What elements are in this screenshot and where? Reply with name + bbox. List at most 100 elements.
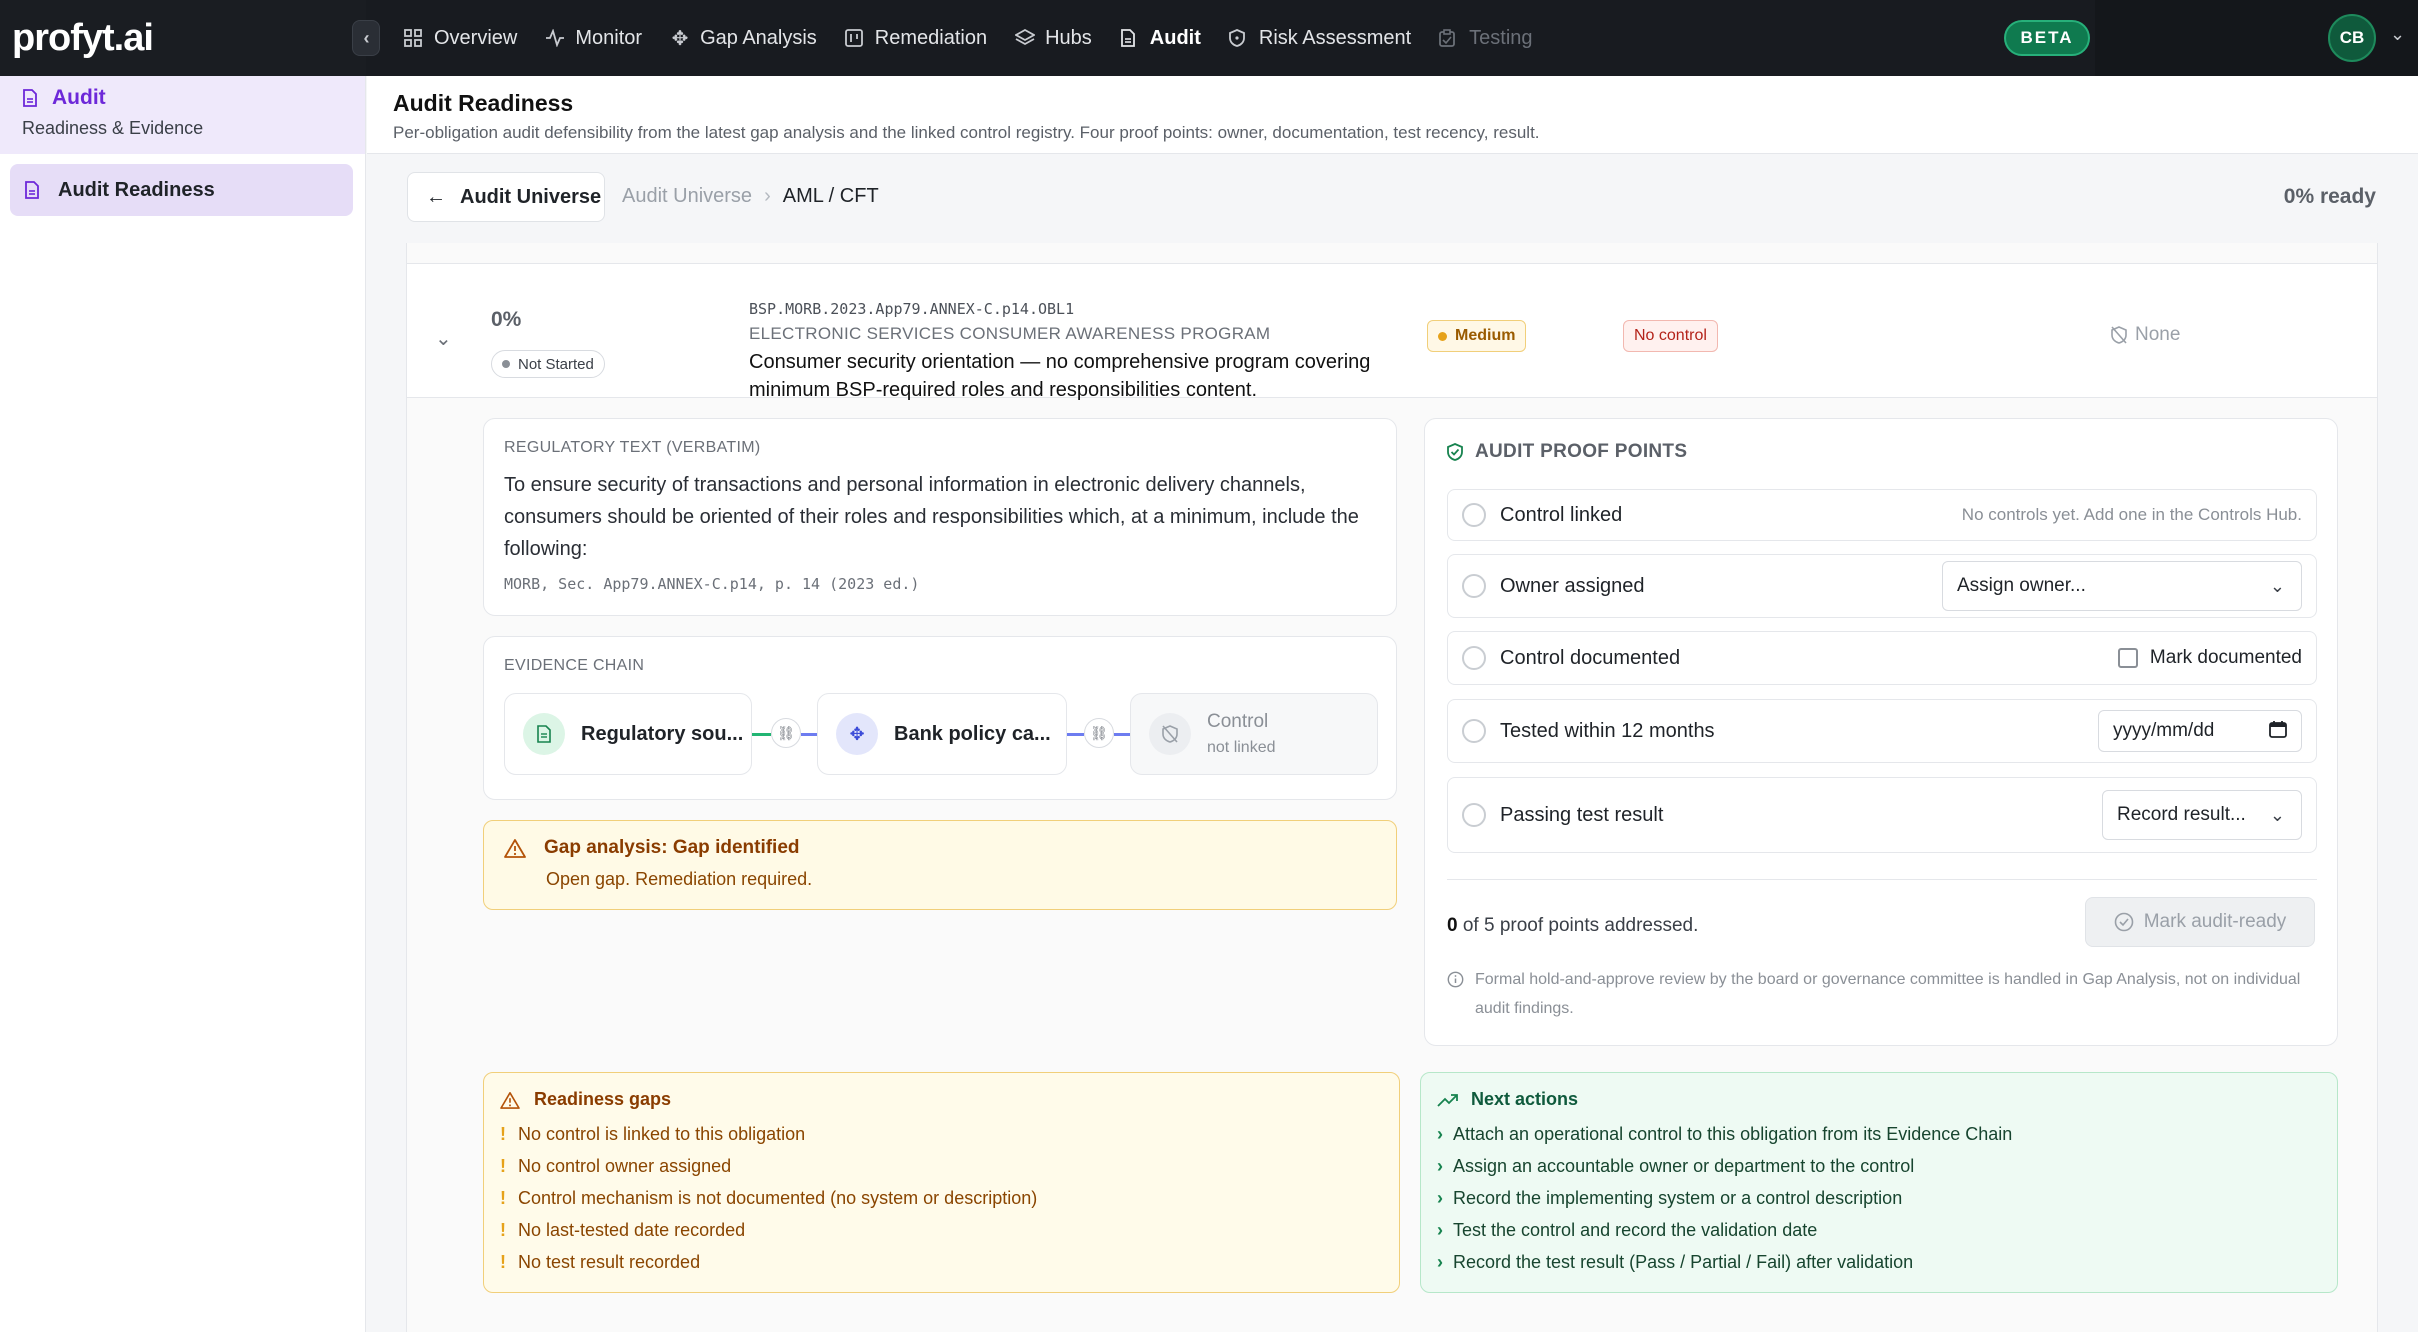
proof-points-note: Formal hold-and-approve review by the bo…	[1447, 965, 2317, 1023]
page-header: Audit Readiness Per-obligation audit def…	[367, 76, 2418, 154]
nav-monitor-label: Monitor	[575, 26, 643, 49]
nav-testing[interactable]: Testing	[1439, 0, 1533, 76]
chevron-down-icon[interactable]: ⌄	[2390, 24, 2405, 45]
sidebar-item-audit-readiness[interactable]: Audit Readiness	[10, 164, 353, 216]
list-item: › Attach an operational control to this o…	[1437, 1118, 2321, 1150]
top-navbar: profyt.ai ‹ Overview Monitor ✥ Gap Analy…	[0, 0, 2418, 76]
obligation-program: ELECTRONIC SERVICES CONSUMER AWARENESS P…	[749, 324, 1271, 343]
evidence-node-label: Bank policy ca...	[894, 722, 1051, 745]
breadcrumb-separator: ›	[764, 185, 771, 207]
chain-link	[801, 733, 817, 736]
clipboard-icon	[1439, 29, 1459, 47]
status-dot	[502, 360, 510, 368]
breadcrumb: Audit Universe › AML / CFT	[622, 185, 879, 208]
proof-points-note-text: Formal hold-and-approve review by the bo…	[1475, 971, 2301, 1017]
nav-remediation[interactable]: Remediation	[844, 0, 988, 76]
readiness-gaps-title-text: Readiness gaps	[534, 1089, 672, 1109]
nav-risk-assessment[interactable]: Risk Assessment	[1228, 0, 1411, 76]
page-description: Per-obligation audit defensibility from …	[393, 123, 1540, 142]
checkbox-box[interactable]	[2117, 648, 2138, 668]
next-action-text: Assign an accountable owner or departmen…	[1453, 1156, 1915, 1176]
chain-link	[1114, 733, 1130, 736]
arrow-left-icon: ←	[426, 185, 446, 208]
exclamation-icon: !	[500, 1124, 506, 1144]
proof-point-label: Owner assigned	[1500, 574, 1645, 597]
nav-gap-analysis[interactable]: ✥ Gap Analysis	[670, 0, 817, 76]
back-button[interactable]: ← Audit Universe	[407, 172, 605, 222]
sparkle-icon: ✥	[671, 27, 689, 50]
nav-remediation-label: Remediation	[874, 26, 988, 49]
chevron-right-icon: ›	[1437, 1188, 1443, 1208]
next-actions-panel: Next actions › Attach an operational cont…	[1420, 1072, 2338, 1293]
breadcrumb-bar: ← Audit Universe Audit Universe › AML / …	[367, 160, 2418, 236]
severity-label: Medium	[1455, 327, 1516, 344]
nav-audit-label: Audit	[1149, 26, 1201, 49]
nav-hubs[interactable]: Hubs	[1015, 0, 1092, 76]
exclamation-icon: !	[500, 1252, 506, 1272]
obligation-percent: 0%	[491, 308, 522, 331]
list-item: › Assign an accountable owner or departme…	[1437, 1150, 2321, 1182]
tested-date-placeholder: yyyy/mm/dd	[2113, 720, 2215, 741]
proof-point-hint: No controls yet. Add one in the Controls…	[1961, 505, 2302, 524]
sparkle-icon: ✥	[836, 713, 878, 755]
readiness-gap-text: Control mechanism is not documented (no …	[518, 1188, 1038, 1208]
readiness-gap-text: No control owner assigned	[518, 1156, 732, 1176]
list-item: ! No control is linked to this obligation	[500, 1118, 1383, 1150]
record-result-select[interactable]: Record result... ⌄	[2102, 790, 2302, 840]
breadcrumb-root[interactable]: Audit Universe	[622, 185, 752, 208]
evidence-node-bank-policy[interactable]: ✥ Bank policy ca...	[817, 693, 1067, 775]
gap-analysis-alert: Gap analysis: Gap identified Open gap. R…	[483, 820, 1397, 910]
nav-testing-label: Testing	[1469, 26, 1533, 49]
nav-monitor[interactable]: Monitor	[545, 0, 642, 76]
nav-overview[interactable]: Overview	[404, 0, 517, 76]
list-item: ! No test result recorded	[500, 1246, 1383, 1278]
list-item: ! No control owner assigned	[500, 1150, 1383, 1182]
evidence-node-label: Control	[1207, 711, 1269, 732]
link-icon: ⛓	[1084, 718, 1114, 748]
regulatory-citation: MORB, Sec. App79.ANNEX-C.p14, p. 14 (202…	[504, 575, 920, 593]
sidebar: Audit Readiness & Evidence Audit Readine…	[0, 76, 366, 1332]
evidence-node-regulatory-source[interactable]: Regulatory sou...	[504, 693, 752, 775]
proof-point-status-circle	[1462, 719, 1486, 743]
file-icon	[22, 89, 38, 107]
info-icon	[1447, 965, 1464, 988]
calendar-icon[interactable]	[2269, 720, 2287, 743]
mark-audit-ready-label: Mark audit-ready	[2143, 911, 2287, 932]
tested-date-input[interactable]: yyyy/mm/dd	[2098, 710, 2302, 752]
sidebar-section-header: Audit Readiness & Evidence	[0, 76, 365, 154]
breadcrumb-current: AML / CFT	[782, 185, 879, 207]
exclamation-icon: !	[500, 1188, 506, 1208]
sidebar-section-label: Audit	[52, 86, 106, 109]
mark-documented-checkbox[interactable]: Mark documented	[2117, 647, 2302, 669]
assign-owner-select[interactable]: Assign owner... ⌄	[1942, 561, 2302, 611]
avatar[interactable]: CB	[2328, 14, 2376, 62]
proof-points-count: 0 of 5 proof points addressed.	[1447, 915, 1698, 937]
main-nav: Overview Monitor ✥ Gap Analysis Remediat…	[404, 0, 1561, 76]
next-actions-title-text: Next actions	[1471, 1089, 1579, 1109]
shield-off-icon	[2111, 326, 2127, 344]
readiness-gaps-panel: Readiness gaps ! No control is linked to …	[483, 1072, 1400, 1293]
proof-point-passing-result: Passing test result Record result... ⌄	[1447, 777, 2317, 853]
evidence-node-control[interactable]: Control not linked	[1130, 693, 1378, 775]
collapse-sidebar-button[interactable]: ‹	[352, 20, 380, 56]
evidence-chain-panel: EVIDENCE CHAIN Regulatory sou... ⛓ ✥ Ban…	[483, 636, 1397, 800]
logo[interactable]: profyt.ai ‹	[0, 0, 380, 76]
chain-link	[1067, 733, 1084, 736]
proof-point-status-circle	[1462, 503, 1486, 527]
logo-text: profyt.ai	[12, 16, 154, 59]
board-icon	[844, 29, 865, 47]
chevron-down-icon: ⌄	[2269, 804, 2285, 825]
chevron-down-icon[interactable]: ⌄	[435, 326, 452, 351]
nav-audit[interactable]: Audit	[1120, 0, 1201, 76]
list-item: › Record the test result (Pass / Partial …	[1437, 1246, 2321, 1278]
record-result-value: Record result...	[2117, 804, 2246, 825]
gap-analysis-title: Gap analysis: Gap identified	[504, 837, 1376, 859]
obligation-row[interactable]: ⌄ 0% Not Started BSP.MORB.2023.App79.ANN…	[407, 263, 2377, 401]
mark-audit-ready-button[interactable]: Mark audit-ready	[2085, 897, 2315, 947]
shield-icon	[1228, 29, 1249, 47]
beta-badge: BETA	[2004, 20, 2090, 56]
nav-gap-analysis-label: Gap Analysis	[700, 26, 817, 49]
regulatory-text-panel: REGULATORY TEXT (VERBATIM) To ensure sec…	[483, 418, 1397, 616]
document-icon	[523, 713, 565, 755]
proof-points-title-text: AUDIT PROOF POINTS	[1475, 441, 1688, 462]
